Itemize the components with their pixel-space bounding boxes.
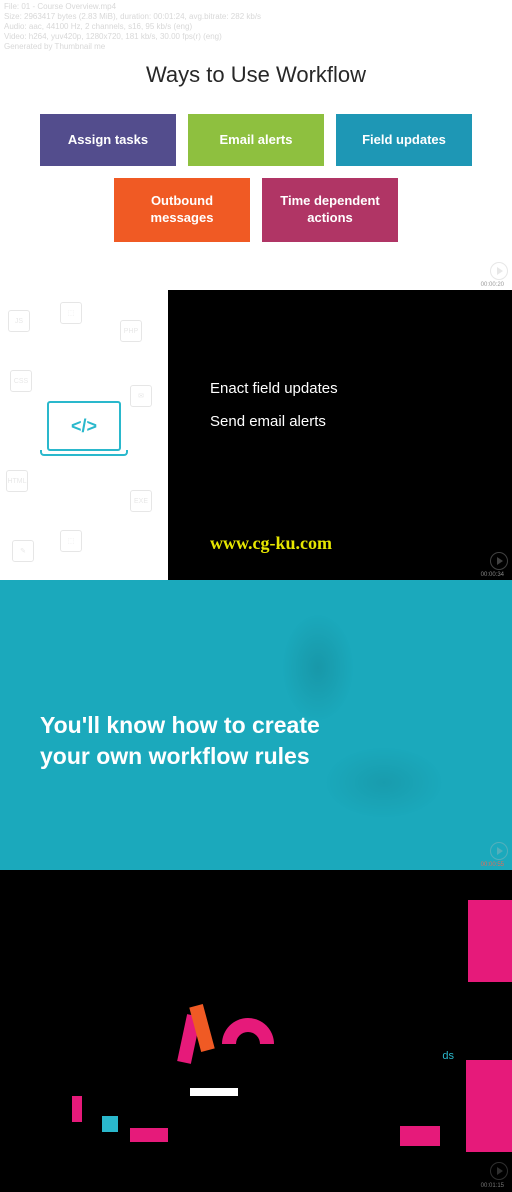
play-icon [490,262,508,280]
play-icon [490,842,508,860]
text-fragment: ds [442,1050,454,1062]
box-time-dependent: Time dependent actions [262,178,398,242]
laptop-icon: </> [40,401,128,469]
boxes-row-2: Outbound messages Time dependent actions [0,178,512,242]
code-symbol: </> [71,416,97,437]
frame-timestamp: 00:00:20 [481,282,504,288]
frame-timestamp: 00:00:34 [481,572,504,578]
thumbnail-frame-4: ds 00:01:15 [0,870,512,1192]
laptop-base-icon [40,450,128,456]
slide-bullets: Enact field updates Send email alerts [210,372,338,438]
thumbnail-frame-3: You'll know how to create your own workf… [0,580,512,870]
play-icon [490,1162,508,1180]
thumbnail-frame-2: JS ⬚ PHP CSS ✉ HTML EXE ⬚ ✎ </> Enact fi… [0,290,512,580]
white-bar-icon [190,1088,238,1096]
headline-line-1: You'll know how to create [40,710,320,741]
boxes-row-1: Assign tasks Email alerts Field updates [0,114,512,166]
box-email-alerts: Email alerts [188,114,324,166]
box-outbound-messages: Outbound messages [114,178,250,242]
magenta-block-icon [468,900,512,982]
headline-line-2: your own workflow rules [40,741,320,772]
bullet-1: Enact field updates [210,372,338,405]
box-field-updates: Field updates [336,114,472,166]
slide-headline: You'll know how to create your own workf… [40,710,320,772]
cyan-block-icon [102,1116,118,1132]
magenta-arc-icon [222,1018,274,1044]
bullet-2: Send email alerts [210,405,338,438]
meta-size: Size: 2963417 bytes (2.83 MiB), duration… [4,12,261,22]
box-assign-tasks: Assign tasks [40,114,176,166]
laptop-screen-icon: </> [47,401,121,451]
meta-audio: Audio: aac, 44100 Hz, 2 channels, s16, 9… [4,22,261,32]
video-metadata-overlay: File: 01 - Course Overview.mp4 Size: 296… [4,2,261,52]
play-icon [490,552,508,570]
meta-video: Video: h264, yuv420p, 1280x720, 181 kb/s… [4,32,261,42]
magenta-block-icon [466,1060,512,1152]
frame-timestamp: 00:01:15 [481,1183,504,1189]
frame-timestamp: 00:00:55 [481,862,504,868]
magenta-block-icon [72,1096,82,1122]
magenta-block-icon [130,1128,168,1142]
left-illustration-panel: JS ⬚ PHP CSS ✉ HTML EXE ⬚ ✎ </> [0,290,168,580]
watermark-url: www.cg-ku.com [210,533,332,554]
meta-generated: Generated by Thumbnail me [4,42,261,52]
meta-file: File: 01 - Course Overview.mp4 [4,2,261,12]
magenta-block-icon [400,1126,440,1146]
